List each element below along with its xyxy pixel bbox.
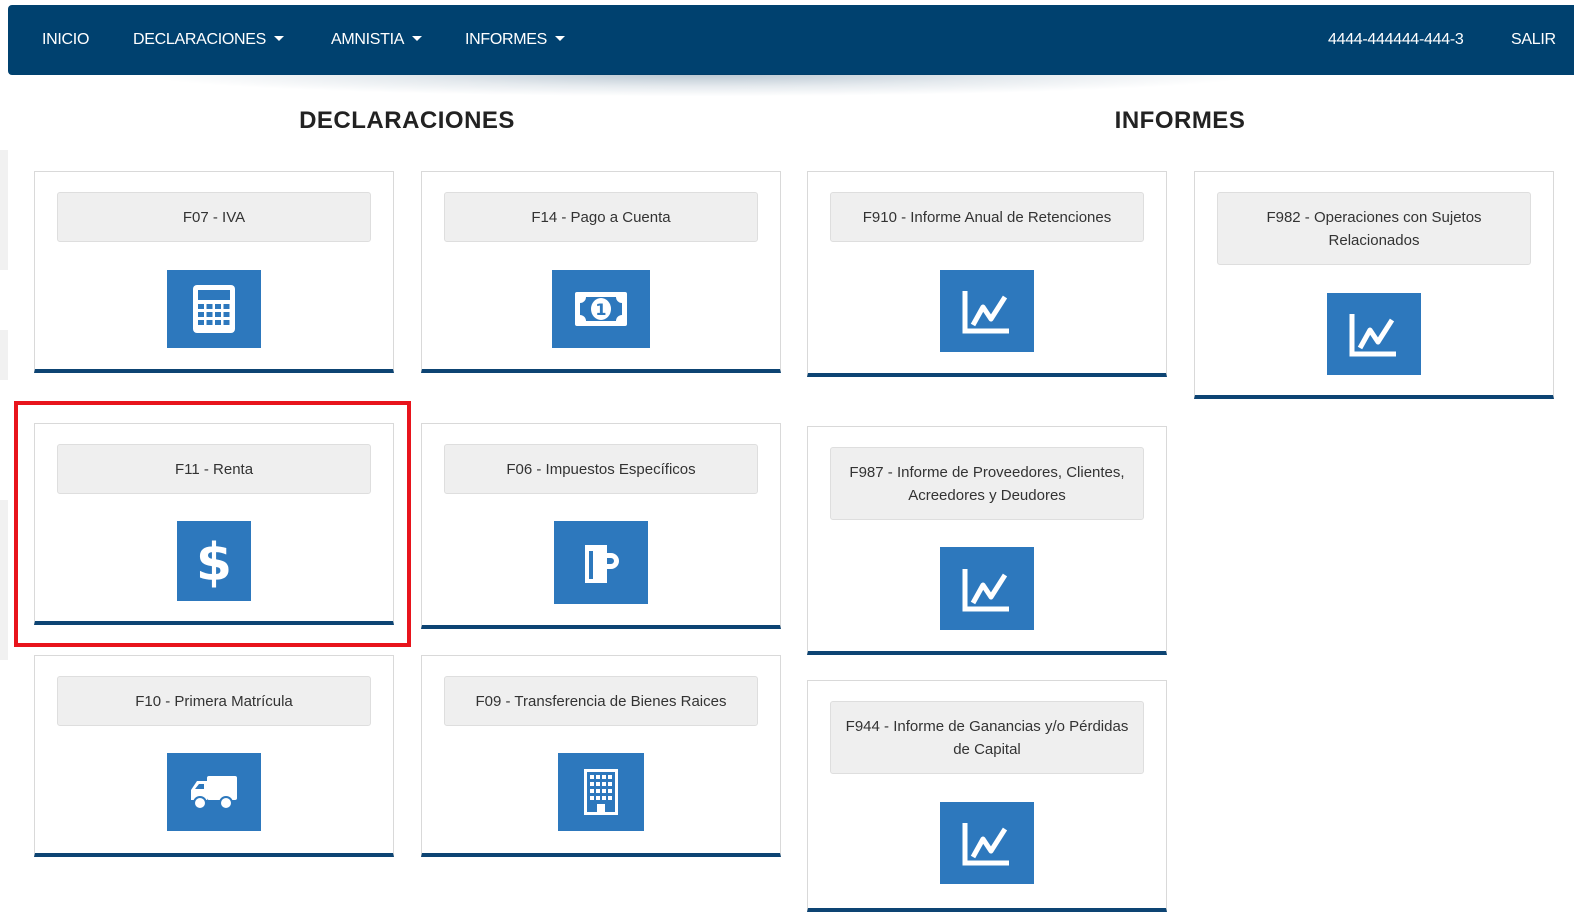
nav-declaraciones-label: DECLARACIONES [133, 31, 267, 48]
nav-informes-label: INFORMES [465, 31, 548, 48]
left-edge-decoration [0, 330, 8, 380]
card-label: F982 - Operaciones con Sujetos Relaciona… [1217, 192, 1531, 265]
top-navbar: INICIO DECLARACIONES AMNISTIA INFORMES 4… [8, 5, 1574, 75]
card-label: F10 - Primera Matrícula [57, 676, 371, 726]
card-f982-operaciones-sujetos-relacionados[interactable]: F982 - Operaciones con Sujetos Relaciona… [1194, 171, 1554, 399]
building-icon [558, 753, 644, 831]
card-label: F06 - Impuestos Específicos [444, 444, 758, 494]
nav-inicio[interactable]: INICIO [42, 5, 89, 75]
informes-heading: INFORMES [1114, 107, 1246, 134]
left-edge-decoration [0, 150, 8, 270]
card-f987-informe-proveedores[interactable]: F987 - Informe de Proveedores, Clientes,… [807, 426, 1167, 655]
card-label: F11 - Renta [57, 444, 371, 494]
dollar-icon: $ [177, 521, 251, 601]
declaraciones-heading: DECLARACIONES [299, 107, 515, 134]
card-f910-informe-anual-retenciones[interactable]: F910 - Informe Anual de Retenciones [807, 171, 1167, 377]
line-chart-icon [1327, 293, 1421, 375]
nav-amnistia-label: AMNISTIA [331, 31, 405, 48]
card-label: F14 - Pago a Cuenta [444, 192, 758, 242]
nav-inicio-label: INICIO [42, 31, 90, 48]
card-f06-impuestos-especificos[interactable]: F06 - Impuestos Específicos [421, 423, 781, 629]
logout-link[interactable]: SALIR [1511, 5, 1556, 75]
calculator-icon [167, 270, 261, 348]
card-label: F987 - Informe de Proveedores, Clientes,… [830, 447, 1144, 520]
card-f11-renta[interactable]: F11 - Renta $ [34, 423, 394, 625]
svg-text:$: $ [196, 533, 232, 590]
line-chart-icon [940, 802, 1034, 884]
card-label: F944 - Informe de Ganancias y/o Pérdidas… [830, 701, 1144, 774]
nav-informes-dropdown[interactable]: INFORMES [465, 5, 566, 75]
money-bill-icon: 1 [552, 270, 650, 348]
card-label: F09 - Transferencia de Bienes Raices [444, 676, 758, 726]
truck-icon [167, 753, 261, 831]
svg-text:1: 1 [595, 300, 606, 319]
nav-declaraciones-dropdown[interactable]: DECLARACIONES [133, 5, 285, 75]
card-label: F07 - IVA [57, 192, 371, 242]
line-chart-icon [940, 547, 1034, 630]
caret-down-icon [555, 36, 566, 41]
beer-mug-icon [554, 521, 648, 604]
line-chart-icon [940, 270, 1034, 352]
card-f944-informe-ganancias-perdidas[interactable]: F944 - Informe de Ganancias y/o Pérdidas… [807, 680, 1167, 912]
left-edge-decoration [0, 500, 8, 660]
caret-down-icon [412, 36, 423, 41]
card-f10-primera-matricula[interactable]: F10 - Primera Matrícula [34, 655, 394, 857]
card-f07-iva[interactable]: F07 - IVA [34, 171, 394, 373]
card-label: F910 - Informe Anual de Retenciones [830, 192, 1144, 242]
card-f14-pago-a-cuenta[interactable]: F14 - Pago a Cuenta 1 [421, 171, 781, 373]
navbar-shadow [150, 74, 1250, 96]
nav-amnistia-dropdown[interactable]: AMNISTIA [331, 5, 423, 75]
card-f09-transferencia-bienes-raices[interactable]: F09 - Transferencia de Bienes Raices [421, 655, 781, 857]
user-id-link[interactable]: 4444-444444-444-3 [1328, 5, 1464, 75]
caret-down-icon [274, 36, 285, 41]
